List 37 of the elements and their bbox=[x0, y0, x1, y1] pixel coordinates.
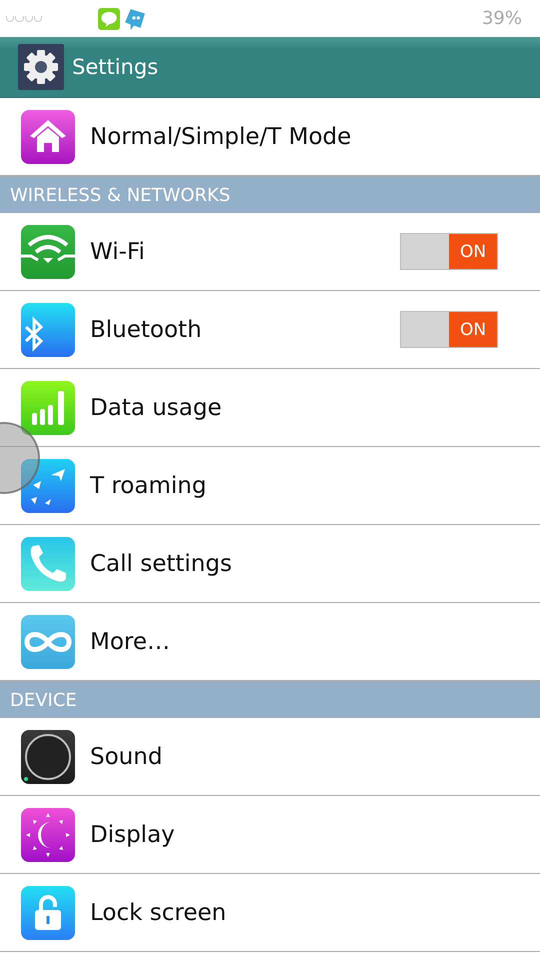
infinity-icon bbox=[21, 614, 75, 668]
settings-item[interactable]: Sound bbox=[0, 718, 540, 796]
wifi-icon bbox=[21, 224, 75, 278]
bluetooth-icon bbox=[21, 302, 75, 356]
item-label: Wi-Fi bbox=[90, 238, 145, 264]
item-label: More… bbox=[90, 628, 170, 654]
screen-title: Settings bbox=[72, 55, 158, 79]
settings-item[interactable]: Data usage bbox=[0, 369, 540, 447]
display-icon bbox=[21, 808, 75, 862]
settings-item[interactable]: Call settings bbox=[0, 525, 540, 603]
item-label: Sound bbox=[90, 744, 162, 770]
toggle-switch[interactable]: ON bbox=[400, 233, 498, 270]
settings-icon bbox=[18, 44, 64, 90]
section-header: WIRELESS & NETWORKS bbox=[0, 176, 540, 213]
item-label: Normal/Simple/T Mode bbox=[90, 124, 352, 150]
home-icon bbox=[21, 110, 75, 164]
settings-item[interactable]: Display bbox=[0, 796, 540, 874]
roaming-icon bbox=[21, 458, 75, 512]
settings-item[interactable]: Bluetooth ON bbox=[0, 291, 540, 369]
sound-icon bbox=[21, 730, 75, 784]
item-label: Lock screen bbox=[90, 900, 226, 926]
lock-icon bbox=[21, 886, 75, 940]
toggle-switch[interactable]: ON bbox=[400, 311, 498, 348]
item-label: Bluetooth bbox=[90, 316, 202, 342]
battery-percent: 39% bbox=[482, 8, 522, 29]
item-label: T roaming bbox=[90, 472, 206, 498]
data-icon bbox=[21, 380, 75, 434]
settings-item[interactable]: Lock screen bbox=[0, 874, 540, 952]
item-label: Call settings bbox=[90, 550, 232, 576]
phone-icon bbox=[21, 536, 75, 590]
section-header: DEVICE bbox=[0, 681, 540, 718]
item-label: Display bbox=[90, 822, 175, 848]
message-app-icon bbox=[124, 8, 146, 30]
settings-item[interactable]: Wi-Fi ON bbox=[0, 213, 540, 291]
settings-item[interactable]: T roaming bbox=[0, 447, 540, 525]
item-label: Data usage bbox=[90, 394, 222, 420]
chat-app-icon bbox=[98, 8, 120, 30]
